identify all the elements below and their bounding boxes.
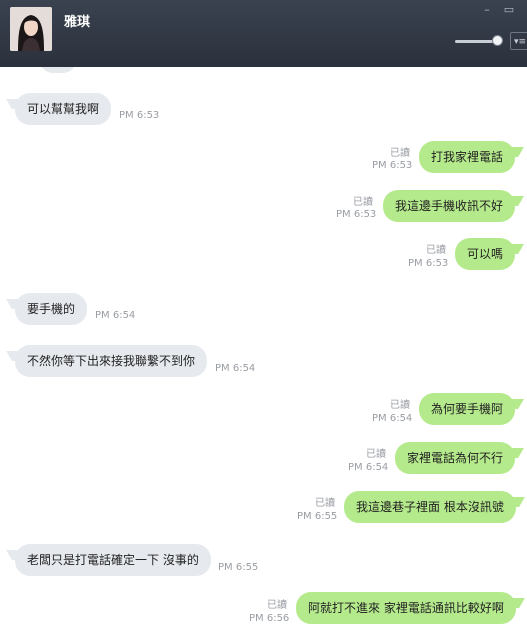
message-time: PM 6:53	[336, 209, 377, 220]
message-time: PM 6:53	[119, 110, 160, 121]
message-bubble-outgoing[interactable]: 打我家裡電話	[419, 141, 516, 173]
message-bubble-partial	[40, 67, 76, 73]
read-status: 已讀	[390, 148, 410, 159]
menu-dropdown-icon[interactable]: ▾≡	[510, 32, 527, 50]
message-time: PM 6:56	[249, 613, 290, 624]
message-time: PM 6:54	[95, 310, 136, 321]
transparency-slider-knob[interactable]	[492, 35, 503, 46]
message-bubble-outgoing[interactable]: 阿就打不進來 家裡電話通訊比較好啊	[296, 592, 516, 624]
minimize-icon[interactable]: –	[480, 4, 494, 16]
maximize-icon[interactable]: ▭	[502, 4, 516, 16]
read-status: 已讀	[366, 449, 386, 460]
message-bubble-outgoing[interactable]: 家裡電話為何不行	[395, 442, 516, 474]
message-time: PM 6:53	[372, 160, 413, 171]
chat-message-list[interactable]: 可以幫幫我啊 PM 6:53 已讀 PM 6:53 打我家裡電話 已讀 PM 6…	[0, 67, 527, 631]
message-time: PM 6:53	[408, 258, 449, 269]
message-time: PM 6:54	[348, 462, 389, 473]
message-bubble-outgoing[interactable]: 我這邊巷子裡面 根本沒訊號	[344, 491, 516, 523]
read-status: 已讀	[390, 400, 410, 411]
message-bubble-incoming[interactable]: 要手機的	[15, 293, 88, 325]
message-time: PM 6:55	[218, 562, 259, 573]
message-bubble-outgoing[interactable]: 我這邊手機收訊不好	[383, 190, 516, 222]
message-time: PM 6:55	[297, 511, 338, 522]
read-status: 已讀	[267, 600, 287, 611]
message-bubble-outgoing[interactable]: 為何要手機阿	[419, 393, 516, 425]
message-bubble-incoming[interactable]: 可以幫幫我啊	[15, 93, 112, 125]
message-bubble-incoming[interactable]: 不然你等下出來接我聯繫不到你	[15, 345, 208, 377]
chat-header: 雅琪 – ▭ ▾≡	[0, 0, 527, 67]
contact-name: 雅琪	[64, 15, 91, 30]
avatar-photo-icon	[10, 7, 52, 51]
read-status: 已讀	[353, 197, 373, 208]
message-bubble-outgoing[interactable]: 可以嗎	[455, 238, 516, 270]
contact-avatar[interactable]	[10, 7, 52, 51]
read-status: 已讀	[426, 245, 446, 256]
message-time: PM 6:54	[215, 363, 256, 374]
read-status: 已讀	[315, 498, 335, 509]
message-time: PM 6:54	[372, 413, 413, 424]
message-bubble-incoming[interactable]: 老闆只是打電話確定一下 沒事的	[15, 544, 211, 576]
